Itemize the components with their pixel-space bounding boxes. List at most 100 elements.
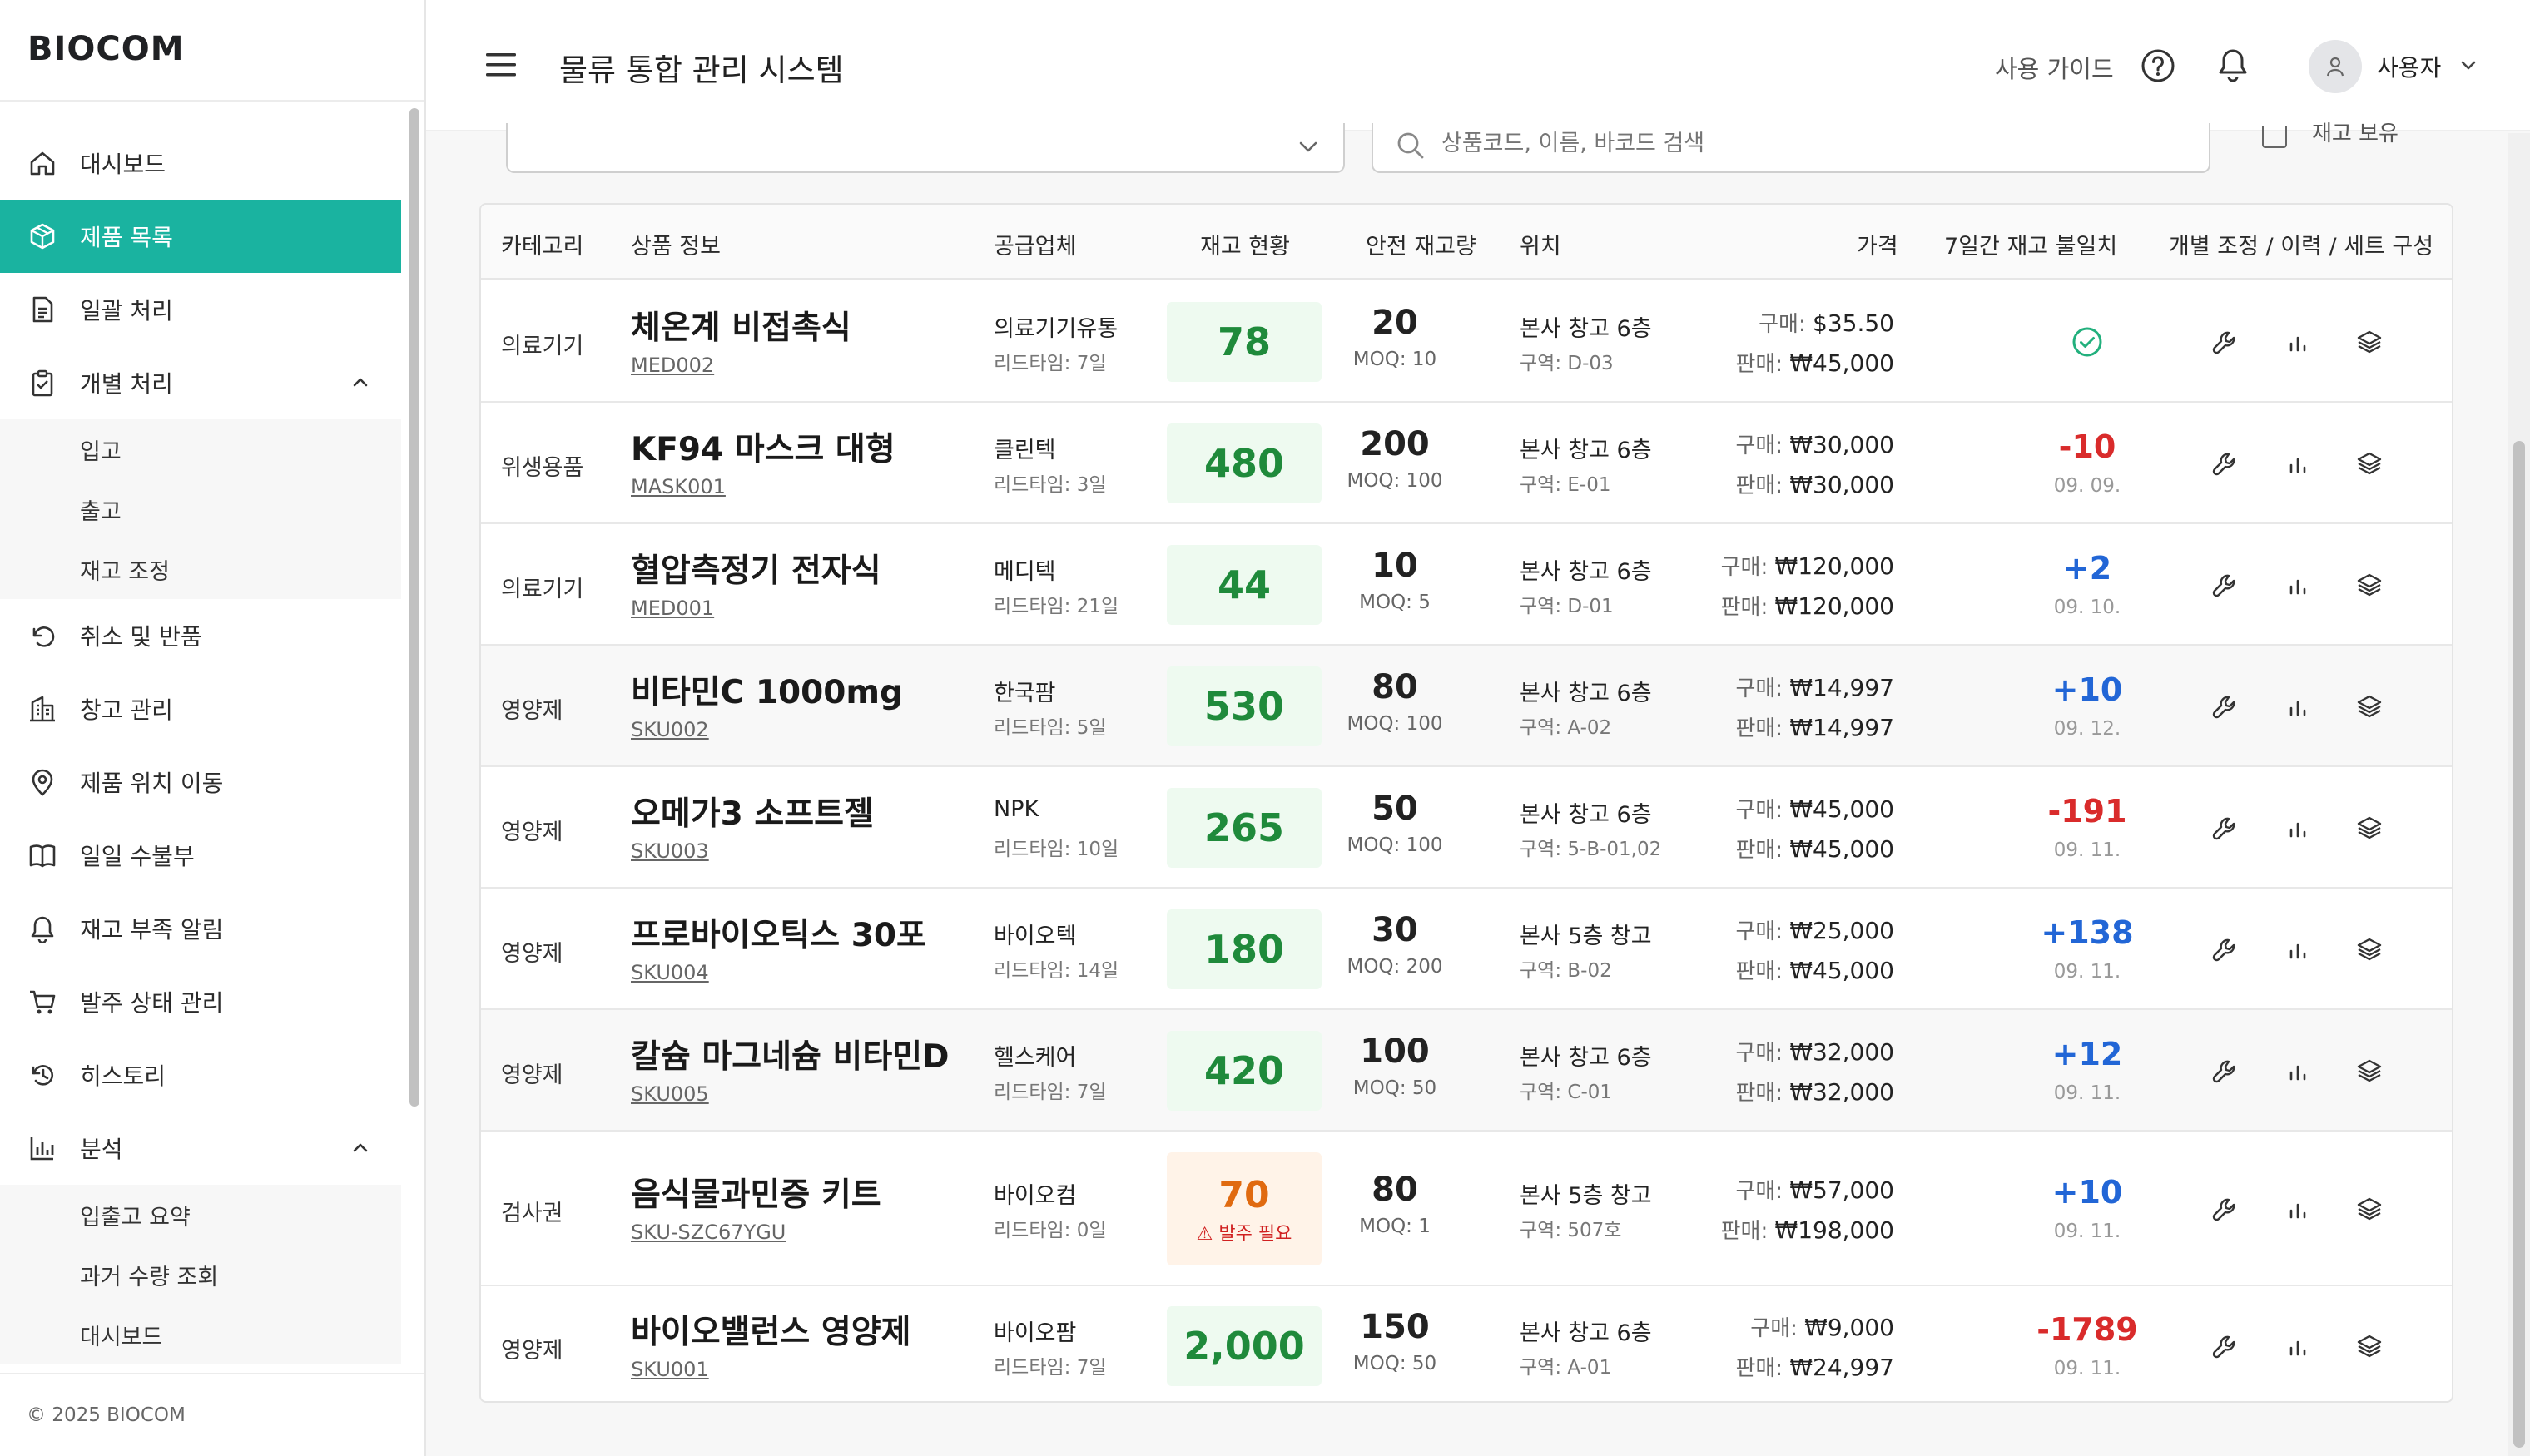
check-circle-icon: [2072, 327, 2102, 357]
table-row[interactable]: 영양제 프로바이오틱스 30포 SKU004 바이오텍 리드타임: 14일 180 30 MO…: [481, 889, 2452, 1010]
scrollbar-thumb[interactable]: [2513, 441, 2525, 1448]
sell-value: ₩45,000: [1789, 835, 1894, 863]
submenu-item[interactable]: 재고 조정: [0, 539, 401, 599]
history-chart-icon[interactable]: [2284, 1332, 2312, 1360]
product-code-link[interactable]: SKU002: [631, 718, 709, 741]
wrench-icon[interactable]: [2210, 571, 2239, 599]
product-code-link[interactable]: MASK001: [631, 475, 726, 498]
history-chart-icon[interactable]: [2284, 328, 2312, 356]
sidebar-item-10[interactable]: 히스토리: [0, 1038, 401, 1112]
wrench-icon[interactable]: [2210, 328, 2239, 356]
wrench-icon[interactable]: [2210, 1195, 2239, 1223]
product-name[interactable]: 칼슘 마그네슘 비타민D: [631, 1031, 949, 1077]
sidebar-item-6[interactable]: 제품 위치 이동: [0, 745, 401, 819]
sidebar-item-1[interactable]: 제품 목록: [0, 200, 401, 273]
table-row[interactable]: 의료기기 체온계 비접촉식 MED002 의료기기유통 리드타임: 7일 78 20 MOQ:…: [481, 281, 2452, 403]
sidebar-item-2[interactable]: 일괄 처리: [0, 273, 401, 346]
moq-value: MOQ: 5: [1359, 592, 1431, 613]
sidebar-item-4[interactable]: 취소 및 반품: [0, 599, 401, 672]
product-name[interactable]: 혈압측정기 전자식: [631, 545, 881, 592]
table-row[interactable]: 영양제 비타민C 1000mg SKU002 한국팜 리드타임: 5일 530 80 MOQ:…: [481, 646, 2452, 767]
sidebar-item-0[interactable]: 대시보드: [0, 126, 401, 200]
layers-icon[interactable]: [2355, 692, 2384, 721]
layers-icon[interactable]: [2355, 1057, 2384, 1085]
submenu-item[interactable]: 입출고 요약: [0, 1185, 401, 1245]
search-input[interactable]: [1441, 126, 2174, 160]
wrench-icon[interactable]: [2210, 1332, 2239, 1360]
sidebar-item-11[interactable]: 분석: [0, 1112, 401, 1185]
sidebar-item-9[interactable]: 발주 상태 관리: [0, 965, 401, 1038]
help-icon[interactable]: [2141, 48, 2175, 83]
table-row[interactable]: 영양제 바이오밸런스 영양제 SKU001 바이오팜 리드타임: 7일 2,000 150 M…: [481, 1286, 2452, 1401]
main-scrollbar[interactable]: [2508, 133, 2530, 1456]
notification-bell-icon[interactable]: [2215, 47, 2250, 83]
product-code-link[interactable]: MED002: [631, 354, 714, 377]
category-select[interactable]: [506, 123, 1345, 173]
product-name[interactable]: KF94 마스크 대형: [631, 423, 895, 470]
submenu-item[interactable]: 출고: [0, 479, 401, 539]
sidebar-scrollbar[interactable]: [409, 108, 419, 1107]
layers-icon[interactable]: [2355, 814, 2384, 842]
product-code-link[interactable]: SKU001: [631, 1358, 709, 1381]
chevron-down-icon[interactable]: [2457, 53, 2480, 77]
wrench-icon[interactable]: [2210, 1057, 2239, 1085]
product-name[interactable]: 음식물과민증 키트: [631, 1169, 881, 1216]
chevron-up-icon[interactable]: [348, 1135, 373, 1160]
moq-value: MOQ: 100: [1347, 713, 1443, 735]
avatar[interactable]: [2309, 40, 2362, 93]
layers-icon[interactable]: [2355, 571, 2384, 599]
user-name[interactable]: 사용자: [2377, 50, 2441, 83]
history-chart-icon[interactable]: [2284, 571, 2312, 599]
buy-price: 구매: ₩57,000: [1735, 1174, 1894, 1205]
history-chart-icon[interactable]: [2284, 449, 2312, 478]
submenu-item[interactable]: 대시보드: [0, 1305, 401, 1364]
product-name[interactable]: 오메가3 소프트젤: [631, 788, 874, 834]
user-guide-link[interactable]: 사용 가이드: [1995, 50, 2114, 85]
table-row[interactable]: 검사권 음식물과민증 키트 SKU-SZC67YGU 바이오컴 리드타임: 0일 70 ⚠ …: [481, 1132, 2452, 1286]
layers-icon[interactable]: [2355, 1332, 2384, 1360]
search-field[interactable]: [1372, 123, 2210, 173]
history-chart-icon[interactable]: [2284, 814, 2312, 842]
chevron-up-icon[interactable]: [348, 369, 373, 394]
sidebar-nav: 대시보드 제품 목록 일괄 처리 개별 처리 입고 출고 재고 조정 취소 및 반품 창고 관리…: [0, 126, 401, 1364]
table-row[interactable]: 영양제 오메가3 소프트젤 SKU003 NPK 리드타임: 10일 265 50 MOQ: …: [481, 767, 2452, 889]
layers-icon[interactable]: [2355, 449, 2384, 478]
wrench-icon[interactable]: [2210, 692, 2239, 721]
sidebar-item-7[interactable]: 일일 수불부: [0, 819, 401, 892]
in-stock-checkbox[interactable]: [2262, 126, 2287, 148]
sidebar-item-5[interactable]: 창고 관리: [0, 672, 401, 745]
product-code-link[interactable]: SKU-SZC67YGU: [631, 1221, 786, 1244]
product-code-link[interactable]: SKU005: [631, 1082, 709, 1106]
history-chart-icon[interactable]: [2284, 1057, 2312, 1085]
wrench-icon[interactable]: [2210, 449, 2239, 478]
product-code-link[interactable]: SKU003: [631, 839, 709, 863]
safety-stock: 50: [1372, 790, 1418, 828]
product-name[interactable]: 비타민C 1000mg: [631, 666, 903, 713]
submenu-item[interactable]: 입고: [0, 419, 401, 479]
category-cell: 위생용품: [501, 455, 584, 481]
product-code-link[interactable]: SKU004: [631, 961, 709, 984]
product-name[interactable]: 체온계 비접촉식: [631, 302, 851, 349]
sidebar-item-8[interactable]: 재고 부족 알림: [0, 892, 401, 965]
sell-value: ₩198,000: [1774, 1216, 1894, 1244]
product-name[interactable]: 바이오밸런스 영양제: [631, 1306, 911, 1353]
wrench-icon[interactable]: [2210, 935, 2239, 963]
submenu-item[interactable]: 과거 수량 조회: [0, 1245, 401, 1305]
wrench-icon[interactable]: [2210, 814, 2239, 842]
product-name[interactable]: 프로바이오틱스 30포: [631, 909, 926, 956]
buy-label: 구매:: [1759, 312, 1813, 337]
buy-price: 구매: ₩32,000: [1735, 1036, 1894, 1067]
layers-icon[interactable]: [2355, 935, 2384, 963]
layers-icon[interactable]: [2355, 328, 2384, 356]
layers-icon[interactable]: [2355, 1195, 2384, 1223]
history-chart-icon[interactable]: [2284, 935, 2312, 963]
sell-price: 판매: ₩45,000: [1735, 833, 1894, 864]
history-chart-icon[interactable]: [2284, 692, 2312, 721]
table-row[interactable]: 위생용품 KF94 마스크 대형 MASK001 클린텍 리드타임: 3일 480 200 M…: [481, 403, 2452, 524]
sidebar-item-3[interactable]: 개별 처리: [0, 346, 401, 419]
menu-icon[interactable]: [484, 50, 518, 80]
table-row[interactable]: 의료기기 혈압측정기 전자식 MED001 메디텍 리드타임: 21일 44 10 MOQ: …: [481, 524, 2452, 646]
history-chart-icon[interactable]: [2284, 1195, 2312, 1223]
table-row[interactable]: 영양제 칼슘 마그네슘 비타민D SKU005 헬스케어 리드타임: 7일 420 100 M…: [481, 1010, 2452, 1132]
product-code-link[interactable]: MED001: [631, 597, 714, 620]
